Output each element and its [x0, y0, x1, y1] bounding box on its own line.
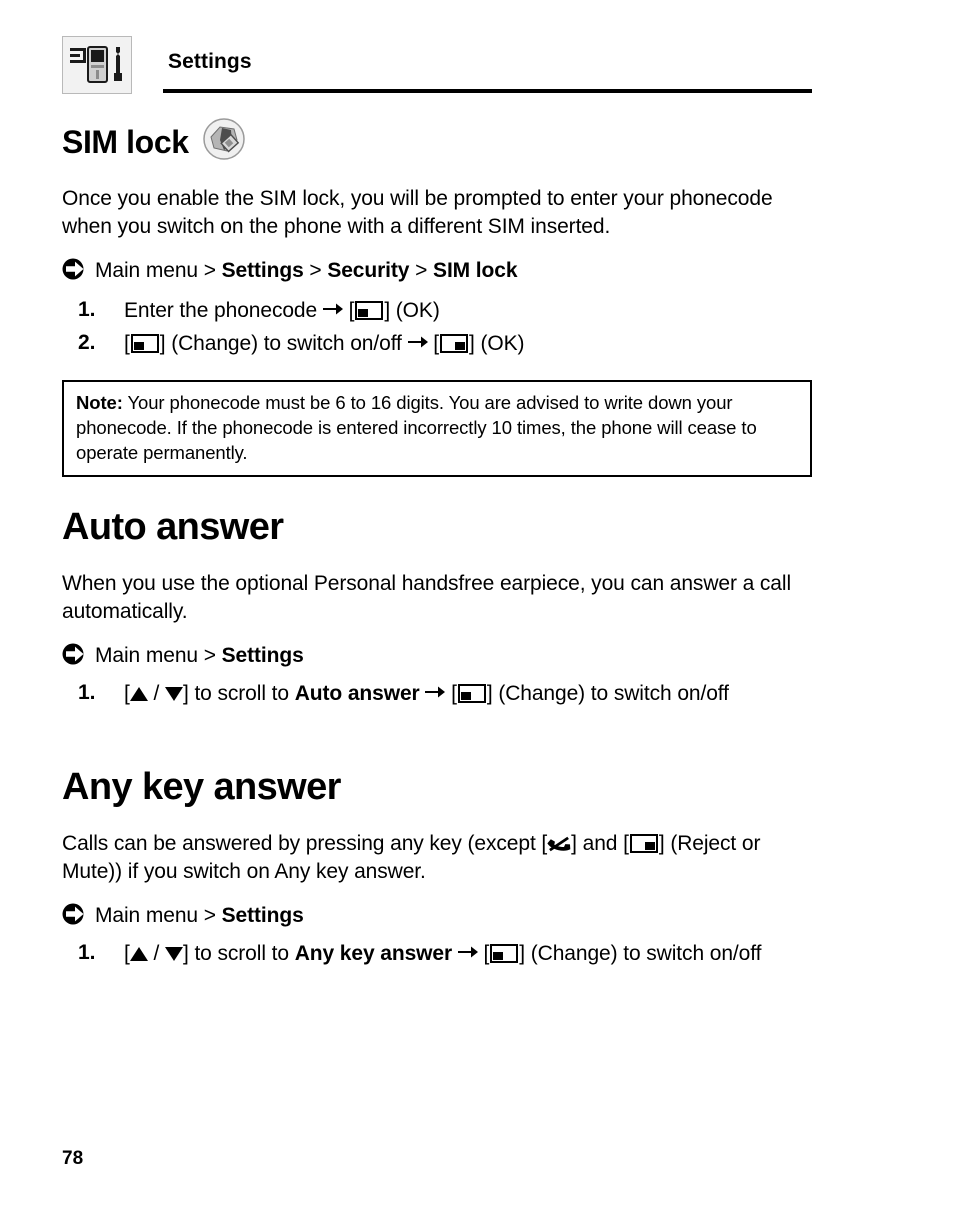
note-text: Note: Your phonecode must be 6 to 16 dig…	[76, 390, 798, 465]
emphasis-text: Any key answer	[294, 942, 453, 966]
left-soft-key-icon	[130, 333, 159, 353]
right-soft-key-icon	[629, 833, 658, 853]
section-heading-sim-lock: SIM lock	[62, 118, 822, 167]
menu-path-item-settings: Settings	[221, 904, 304, 928]
header-divider	[163, 89, 812, 93]
list-item: 1. [ / ] to scroll to Auto answer [] (Ch…	[62, 679, 832, 708]
menu-path-prefix: Main menu	[95, 644, 198, 668]
step-text: [ / ] to scroll to Auto answer [] (Chang…	[124, 682, 729, 705]
menu-path-item-security: Security	[327, 258, 410, 282]
note-label: Note:	[76, 392, 123, 413]
arrow-up-icon	[129, 947, 148, 962]
menu-path-text: Main menu > Settings > Security > SIM lo…	[95, 257, 518, 284]
arrow-down-icon	[164, 687, 183, 702]
arrow-up-icon	[129, 687, 148, 702]
steps-any-key-answer: 1. [ / ] to scroll to Any key answer [] …	[62, 939, 832, 968]
menu-path-arrow-icon	[62, 258, 86, 287]
step-number: 2.	[78, 330, 96, 354]
end-call-icon	[547, 834, 571, 854]
menu-path-text: Main menu > Settings	[95, 642, 304, 669]
header-title: Settings	[168, 50, 252, 73]
emphasis-text: Auto answer	[294, 682, 420, 706]
menu-path-sep: >	[303, 258, 328, 282]
left-soft-key-icon	[490, 944, 519, 964]
left-soft-key-icon	[355, 301, 384, 321]
arrow-right-icon	[407, 329, 428, 348]
sim-lock-intro: Once you enable the SIM lock, you will b…	[62, 186, 773, 238]
section-sim-lock: SIM lock Once you enable the SIM lock, y…	[62, 118, 822, 358]
menu-path-sim-lock: Main menu > Settings > Security > SIM lo…	[62, 255, 822, 284]
menu-path-item-settings: Settings	[221, 258, 304, 282]
step-number: 1.	[78, 941, 96, 965]
menu-path-prefix: Main menu	[95, 258, 198, 282]
step-number: 1.	[78, 681, 96, 705]
menu-path-sep: >	[197, 904, 222, 928]
menu-path-text: Main menu > Settings	[95, 902, 304, 929]
steps-sim-lock: 1. Enter the phonecode [] (OK) 2. [] (Ch…	[62, 296, 822, 357]
note-body: Your phonecode must be 6 to 16 digits. Y…	[76, 392, 757, 464]
left-soft-key-icon	[457, 684, 486, 704]
list-item: 2. [] (Change) to switch on/off [] (OK)	[62, 329, 822, 358]
arrow-right-icon	[322, 296, 343, 315]
section-auto-answer: Auto answer When you use the optional Pe…	[62, 506, 832, 708]
menu-path-prefix: Main menu	[95, 904, 198, 928]
page-header: Settings	[62, 36, 812, 98]
step-text: [ / ] to scroll to Any key answer [] (Ch…	[124, 942, 761, 965]
menu-path-arrow-icon	[62, 643, 86, 672]
page-number: 78	[62, 1148, 84, 1169]
arrow-right-icon	[425, 679, 446, 698]
menu-path-auto-answer: Main menu > Settings	[62, 640, 832, 669]
list-item: 1. Enter the phonecode [] (OK)	[62, 296, 822, 325]
menu-path-item-settings: Settings	[221, 644, 304, 668]
step-number: 1.	[78, 298, 96, 322]
section-any-key-answer: Any key answer Calls can be answered by …	[62, 766, 832, 968]
menu-path-arrow-icon	[62, 903, 86, 932]
arrow-right-icon	[457, 939, 478, 958]
menu-path-sep: >	[197, 258, 222, 282]
step-text: [] (Change) to switch on/off [] (OK)	[124, 329, 525, 355]
step-text: Enter the phonecode [] (OK)	[124, 299, 440, 322]
any-key-intro: Calls can be answered by pressing any ke…	[62, 831, 761, 884]
settings-phone-wrench-icon	[62, 36, 132, 94]
auto-answer-intro: When you use the optional Personal hands…	[62, 571, 792, 624]
list-item: 1. [ / ] to scroll to Any key answer [] …	[62, 939, 832, 968]
menu-path-sep: >	[197, 644, 222, 668]
manual-page: Settings SIM lock Once you enable the SI…	[0, 0, 954, 1219]
section-heading-auto-answer: Auto answer	[62, 506, 284, 548]
menu-path-any-key-answer: Main menu > Settings	[62, 900, 832, 929]
menu-path-sep: >	[409, 258, 434, 282]
sim-lock-icon	[202, 118, 245, 167]
steps-auto-answer: 1. [ / ] to scroll to Auto answer [] (Ch…	[62, 679, 832, 708]
right-soft-key-icon	[440, 333, 469, 353]
note-box: Note: Your phonecode must be 6 to 16 dig…	[62, 380, 812, 478]
arrow-down-icon	[164, 947, 183, 962]
section-heading-any-key-answer: Any key answer	[62, 766, 341, 808]
heading-text: SIM lock	[62, 123, 189, 160]
menu-path-item-sim-lock: SIM lock	[433, 258, 518, 282]
